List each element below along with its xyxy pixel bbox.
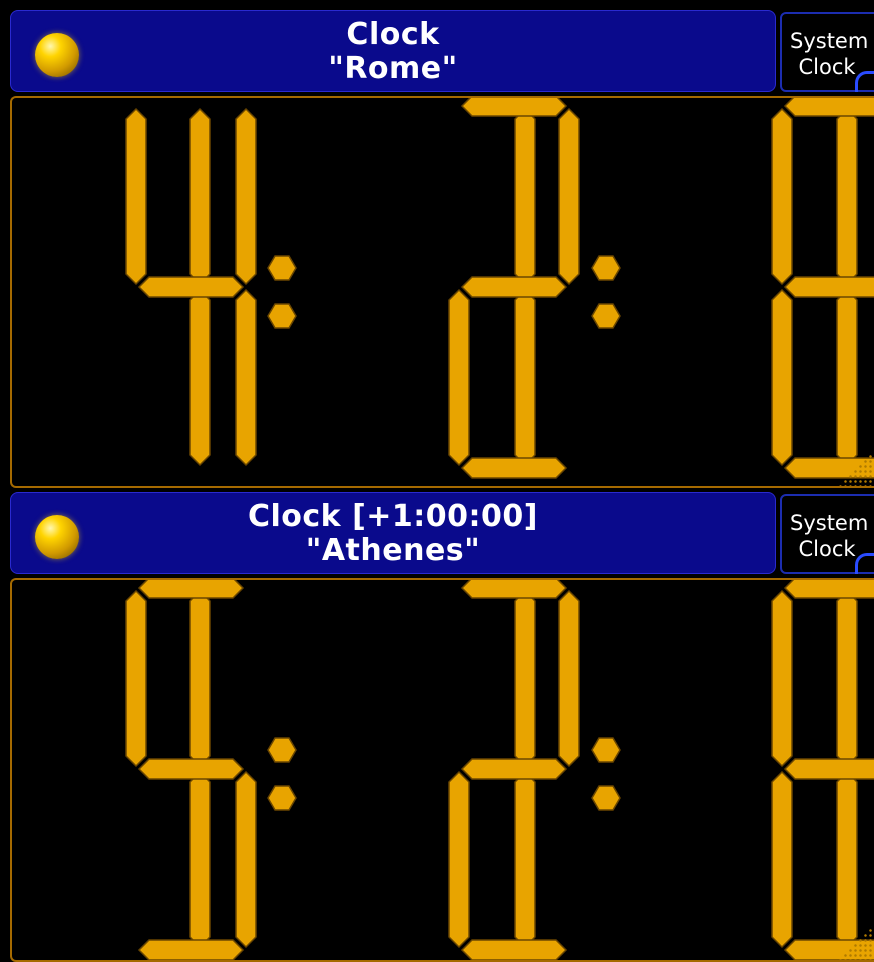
segment-e (448, 288, 470, 467)
system-clock-label-line2: Clock (798, 55, 856, 79)
clock-title: Clock [+1:00:00] (247, 499, 538, 534)
clock-widget-rome: Clock "Rome" System Clock (0, 0, 874, 488)
segment-g (460, 758, 568, 780)
time-display (10, 96, 874, 488)
segment-g (460, 276, 568, 298)
system-clock-button[interactable]: System Clock (780, 494, 874, 574)
colon-1-dot-1 (267, 255, 297, 281)
system-clock-label-line2: Clock (798, 537, 856, 561)
segment-c (235, 770, 257, 949)
title-bar[interactable]: Clock [+1:00:00] "Athenes" (10, 492, 776, 574)
segment-g (137, 758, 245, 780)
segment-c (189, 770, 211, 949)
segment-f (771, 107, 793, 286)
colon-1-dot-1 (267, 737, 297, 763)
colon-1-dot-2 (267, 303, 297, 329)
segment-c (514, 288, 536, 467)
colon-2-dot-2 (591, 785, 621, 811)
segment-g (783, 758, 874, 780)
clock-city: "Rome" (328, 51, 458, 86)
segment-c (189, 288, 211, 467)
segment-b (514, 107, 536, 286)
segment-c (235, 288, 257, 467)
segment-b (514, 589, 536, 768)
system-clock-label-line1: System (790, 511, 869, 535)
segment-c (514, 770, 536, 949)
digit-6 (771, 98, 874, 479)
segment-g (783, 276, 874, 298)
segment-g (137, 276, 245, 298)
segment-e (448, 770, 470, 949)
segment-a (460, 580, 568, 599)
segment-e (771, 288, 793, 467)
time-display (10, 578, 874, 962)
segment-b (189, 107, 211, 286)
clock-city: "Athenes" (305, 533, 481, 568)
clock-widget-athenes: Clock [+1:00:00] "Athenes" System Clock (0, 482, 874, 962)
colon-2-dot-2 (591, 303, 621, 329)
segment-d (460, 939, 568, 960)
segment-f (771, 589, 793, 768)
segment-b (836, 107, 858, 286)
digit-4 (448, 98, 580, 479)
seven-segment-time (125, 580, 874, 960)
button-corner-indicator (855, 553, 874, 574)
segment-d (460, 457, 568, 479)
system-clock-button[interactable]: System Clock (780, 12, 874, 92)
segment-c (836, 770, 858, 949)
title-bar[interactable]: Clock "Rome" (10, 10, 776, 92)
segment-b (235, 107, 257, 286)
segment-b (558, 589, 580, 768)
segment-b (189, 589, 211, 768)
digit-4 (448, 580, 580, 960)
colon-1-dot-2 (267, 785, 297, 811)
segment-a (460, 98, 568, 117)
segment-d (137, 939, 245, 960)
segment-e (771, 770, 793, 949)
colon-2-dot-1 (591, 737, 621, 763)
segment-a (783, 580, 874, 599)
segment-c (836, 288, 858, 467)
segment-a (783, 98, 874, 117)
clock-title: Clock (346, 17, 440, 52)
segment-f (125, 589, 147, 768)
segment-b (836, 589, 858, 768)
digit-6 (771, 580, 874, 960)
button-corner-indicator (855, 71, 874, 92)
segment-f (125, 107, 147, 286)
seven-segment-time (125, 98, 874, 479)
system-clock-label-line1: System (790, 29, 869, 53)
segment-a (137, 580, 245, 599)
segment-b (558, 107, 580, 286)
colon-2-dot-1 (591, 255, 621, 281)
